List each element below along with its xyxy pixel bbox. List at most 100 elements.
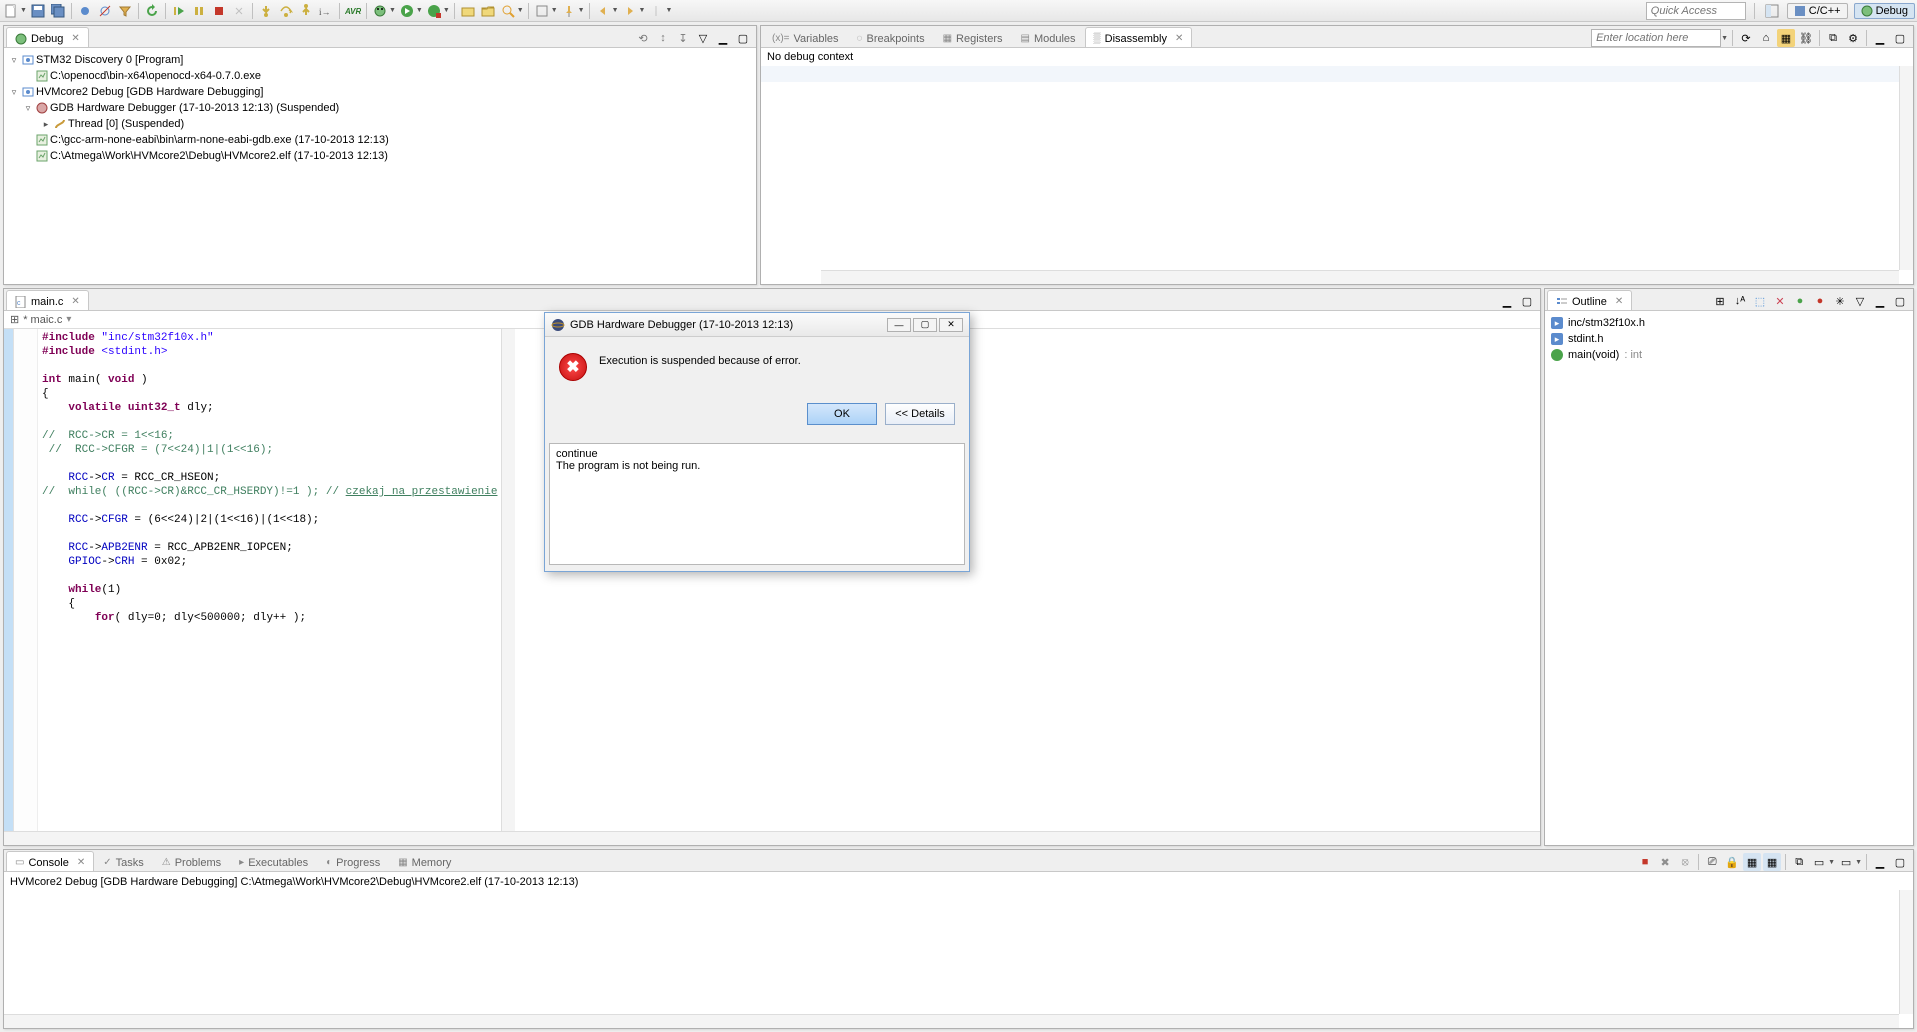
save-icon[interactable] [29, 2, 47, 20]
dropdown-arrow-icon[interactable]: ▼ [1721, 35, 1728, 42]
step-filters-icon[interactable] [116, 2, 134, 20]
minimize-icon[interactable]: ▁ [714, 29, 732, 47]
scrollbar-h[interactable] [4, 831, 1540, 845]
terminate-console-icon[interactable]: ■ [1636, 853, 1654, 871]
breadcrumb-dropdown-icon[interactable]: ▾ [66, 314, 71, 325]
debug-tree-row[interactable]: ▿GDB Hardware Debugger (17-10-2013 12:13… [4, 100, 756, 116]
refresh-icon[interactable]: ⟳ [1737, 29, 1755, 47]
debug-view-toolbutton[interactable]: ↧ [674, 29, 692, 47]
forward-icon[interactable] [621, 2, 639, 20]
details-button[interactable]: << Details [885, 403, 955, 425]
close-icon[interactable]: ✕ [71, 33, 79, 44]
maximize-icon[interactable]: ▢ [734, 29, 752, 47]
debug-tree-row[interactable]: ▿HVMcore2 Debug [GDB Hardware Debugging] [4, 84, 756, 100]
tab-variables[interactable]: (x)=Variables [763, 27, 848, 47]
outline-toolbtn[interactable]: ✕ [1771, 292, 1789, 310]
tab-console[interactable]: ▭Console✕ [6, 851, 94, 871]
close-icon[interactable]: ✕ [71, 296, 79, 307]
maximize-icon[interactable]: ▢ [1891, 292, 1909, 310]
pin-icon[interactable] [560, 2, 578, 20]
tab-disassembly[interactable]: ▒Disassembly✕ [1085, 27, 1193, 47]
back-icon[interactable] [594, 2, 612, 20]
folding-gutter[interactable] [14, 329, 38, 831]
outline-item[interactable]: main(void) : int [1551, 347, 1907, 363]
debug-tree-row[interactable]: C:\gcc-arm-none-eabi\bin\arm-none-eabi-g… [4, 132, 756, 148]
quick-access-input[interactable] [1646, 2, 1746, 20]
scrollbar-v[interactable] [1899, 890, 1913, 1014]
resume-icon[interactable] [170, 2, 188, 20]
suspend-icon[interactable] [190, 2, 208, 20]
debug-tree-row[interactable]: C:\openocd\bin-x64\openocd-x64-0.7.0.exe [4, 68, 756, 84]
view-menu-icon[interactable]: ▽ [1851, 292, 1869, 310]
minimize-icon[interactable]: ▁ [1871, 853, 1889, 871]
debug-tree[interactable]: ▿STM32 Discovery 0 [Program]C:\openocd\b… [4, 48, 756, 168]
ok-button[interactable]: OK [807, 403, 877, 425]
ext-tools-icon[interactable] [425, 2, 443, 20]
tree-toggle-icon[interactable]: ▿ [22, 103, 34, 114]
dropdown-arrow-icon[interactable]: ▼ [416, 7, 423, 14]
dialog-close-button[interactable]: ✕ [939, 318, 963, 332]
debug-tab[interactable]: Debug ✕ [6, 27, 89, 47]
debug-tree-row[interactable]: ▸Thread [0] (Suspended) [4, 116, 756, 132]
open-perspective-icon[interactable] [1763, 2, 1781, 20]
dropdown-arrow-icon[interactable]: ▼ [578, 7, 585, 14]
tab-modules[interactable]: ▤Modules [1012, 27, 1085, 47]
remove-all-terminated-icon[interactable]: ⦻ [1676, 853, 1694, 871]
remove-terminated-icon[interactable]: ✖ [1656, 853, 1674, 871]
scrollbar-v[interactable] [501, 329, 515, 831]
breadcrumb[interactable]: * maic.c [23, 314, 62, 326]
dropdown-arrow-icon[interactable]: ▼ [639, 7, 646, 14]
debug-view-toolbutton[interactable]: ⟲ [634, 29, 652, 47]
breakpoint-toggle-icon[interactable] [76, 2, 94, 20]
open-folder-icon[interactable] [479, 2, 497, 20]
location-input[interactable] [1591, 29, 1721, 47]
minimize-icon[interactable]: ▁ [1871, 292, 1889, 310]
minimize-icon[interactable]: ▁ [1498, 292, 1516, 310]
outline-toolbtn[interactable]: ⊞ [1711, 292, 1729, 310]
dropdown-arrow-icon[interactable]: ▼ [20, 7, 27, 14]
dropdown-arrow-icon[interactable]: ▼ [665, 7, 672, 14]
dropdown-arrow-icon[interactable]: ▼ [1828, 859, 1835, 866]
breakpoint-gutter[interactable] [4, 329, 14, 831]
editor-tab-main-c[interactable]: c main.c ✕ [6, 290, 89, 310]
dropdown-arrow-icon[interactable]: ▼ [1855, 859, 1862, 866]
tab-breakpoints[interactable]: ◌Breakpoints [848, 27, 934, 47]
highlight-icon[interactable]: ▦ [1777, 29, 1795, 47]
step-over-icon[interactable] [277, 2, 295, 20]
dropdown-arrow-icon[interactable]: ▼ [443, 7, 450, 14]
dialog-minimize-button[interactable]: — [887, 318, 911, 332]
outline-tree[interactable]: ▸inc/stm32f10x.h▸stdint.hmain(void) : in… [1545, 311, 1913, 367]
restart-icon[interactable] [143, 2, 161, 20]
tab-registers[interactable]: ▦Registers [934, 27, 1012, 47]
tree-toggle-icon[interactable]: ▿ [8, 87, 20, 98]
outline-tab[interactable]: Outline ✕ [1547, 290, 1632, 310]
new-console-icon[interactable]: ▭ [1837, 853, 1855, 871]
outline-toolbtn[interactable]: ● [1791, 292, 1809, 310]
debug-launch-icon[interactable] [371, 2, 389, 20]
scroll-lock-icon[interactable]: 🔒 [1723, 853, 1741, 871]
maximize-icon[interactable]: ▢ [1891, 29, 1909, 47]
debug-view-toolbutton[interactable]: ↕ [654, 29, 672, 47]
home-icon[interactable]: ⌂ [1757, 29, 1775, 47]
new-project-icon[interactable] [459, 2, 477, 20]
debug-tree-row[interactable]: C:\Atmega\Work\HVMcore2\Debug\HVMcore2.e… [4, 148, 756, 164]
dialog-titlebar[interactable]: GDB Hardware Debugger (17-10-2013 12:13)… [545, 313, 969, 337]
avr-icon[interactable]: AVR* [344, 2, 362, 20]
open-console-icon[interactable]: ⧉ [1790, 853, 1808, 871]
tab-progress[interactable]: ◐Progress [317, 851, 389, 871]
step-return-icon[interactable] [297, 2, 315, 20]
scrollbar-h[interactable] [821, 270, 1899, 284]
perspective-cpp[interactable]: C/C++ [1787, 3, 1848, 19]
toggle-icon[interactable] [533, 2, 551, 20]
instruction-step-icon[interactable]: i→ [317, 2, 335, 20]
dropdown-arrow-icon[interactable]: ▼ [389, 7, 396, 14]
pin-console-icon[interactable]: ▦ [1763, 853, 1781, 871]
new-icon[interactable] [2, 2, 20, 20]
outline-item[interactable]: ▸stdint.h [1551, 331, 1907, 347]
search-icon[interactable] [499, 2, 517, 20]
close-icon[interactable]: ✕ [77, 857, 85, 868]
outline-toolbtn[interactable]: ● [1811, 292, 1829, 310]
dialog-maximize-button[interactable]: ▢ [913, 318, 937, 332]
settings-icon[interactable]: ⚙ [1844, 29, 1862, 47]
run-launch-icon[interactable] [398, 2, 416, 20]
